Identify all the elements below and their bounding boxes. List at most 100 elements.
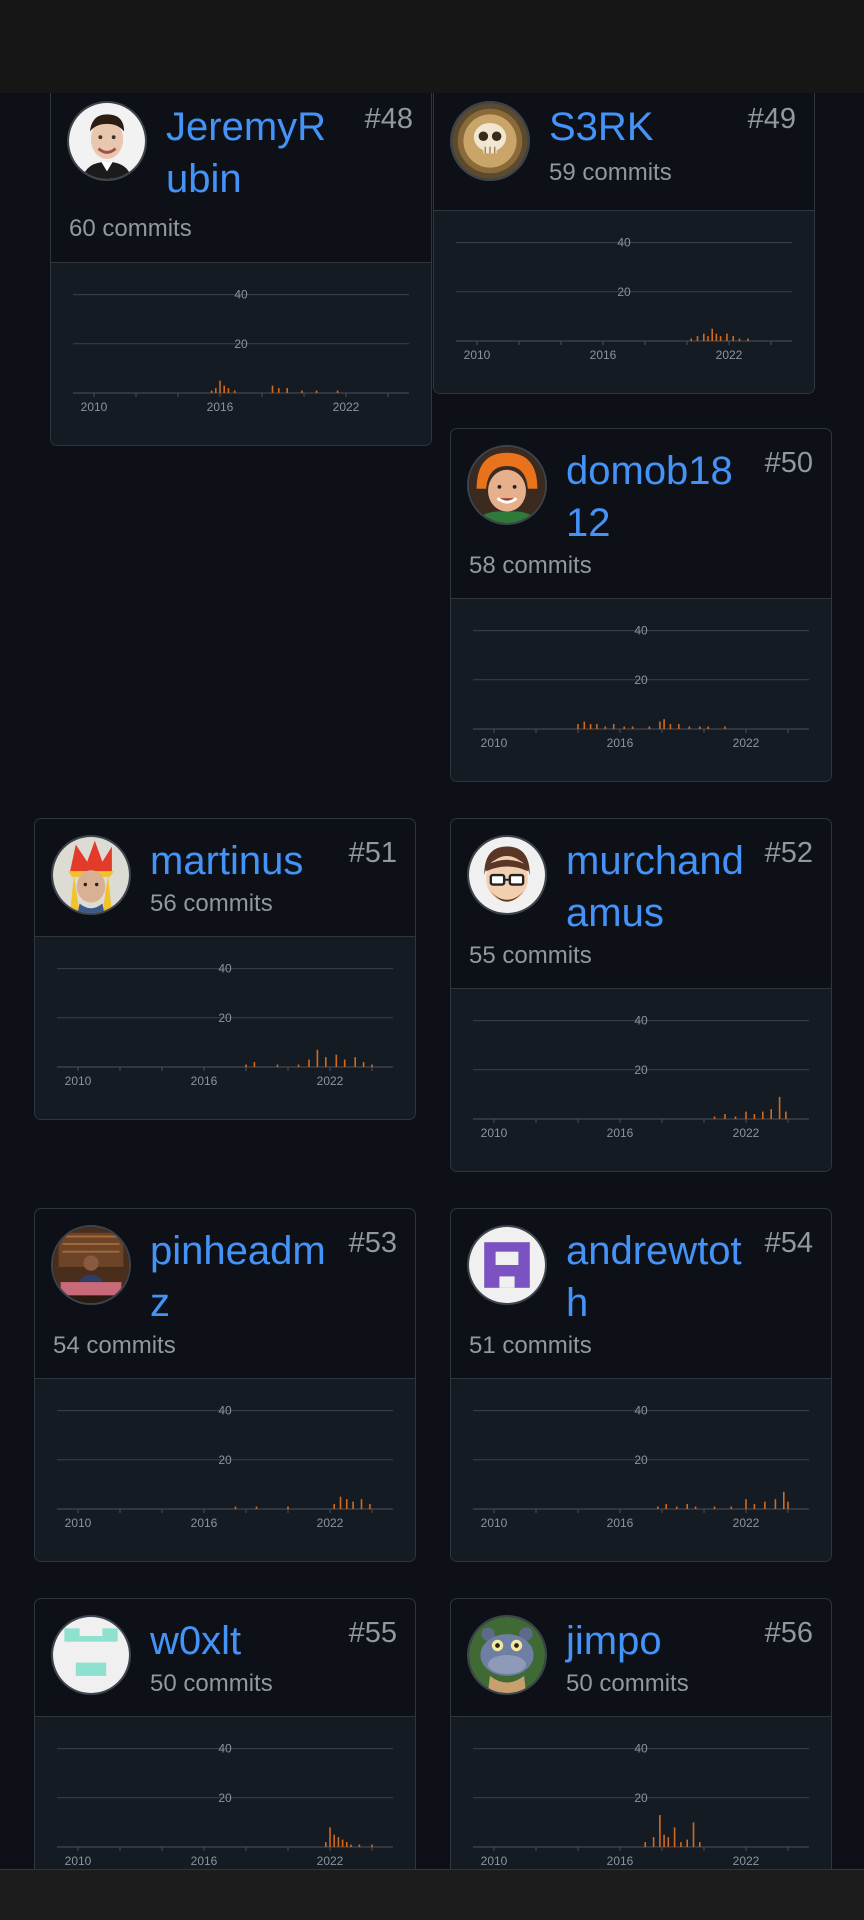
activity-bar xyxy=(644,1842,646,1847)
activity-bar xyxy=(667,1837,670,1847)
activity-bar xyxy=(778,1096,781,1119)
glasses-avatar[interactable] xyxy=(467,835,547,915)
presenter-avatar[interactable] xyxy=(51,1225,131,1305)
y-tick-label: 20 xyxy=(218,1453,232,1467)
activity-bar xyxy=(286,388,288,393)
activity-chart-svg: 40 20 2010 2016 2022 xyxy=(73,288,409,414)
activity-bar xyxy=(724,1114,726,1119)
activity-bar xyxy=(276,1064,279,1067)
activity-bar xyxy=(730,1506,733,1509)
activity-bar xyxy=(753,1114,756,1119)
activity-bar xyxy=(707,726,709,729)
commit-count: 54 commits xyxy=(53,1332,176,1359)
y-tick-label: 20 xyxy=(617,285,631,299)
activity-bar xyxy=(612,724,615,729)
y-tick-label: 40 xyxy=(634,1742,648,1756)
activity-bar xyxy=(774,1499,777,1509)
x-tick-label: 2010 xyxy=(81,400,108,414)
purple-identicon-avatar[interactable] xyxy=(467,1225,547,1305)
x-tick-label: 2022 xyxy=(716,348,743,362)
y-tick-label: 20 xyxy=(218,1011,232,1025)
activity-bar xyxy=(287,1506,289,1509)
commit-activity-chart: 40 20 2010 2016 2022 xyxy=(35,937,415,1119)
activity-bar xyxy=(738,338,741,341)
activity-bar xyxy=(673,1827,676,1847)
contributor-name-link[interactable]: murchandamus xyxy=(566,835,746,939)
activity-bar xyxy=(713,1116,716,1119)
activity-bar xyxy=(686,1839,688,1847)
activity-bar xyxy=(688,726,691,729)
activity-bar xyxy=(696,336,699,341)
x-tick-label: 2016 xyxy=(191,1854,218,1868)
hippo-avatar[interactable] xyxy=(467,1615,547,1695)
commit-activity-chart: 40 20 2010 2016 2022 xyxy=(451,599,831,781)
x-tick-label: 2022 xyxy=(317,1074,344,1088)
activity-bar xyxy=(787,1501,789,1509)
x-tick-label: 2022 xyxy=(317,1516,344,1530)
x-tick-label: 2010 xyxy=(481,1854,508,1868)
y-tick-label: 40 xyxy=(617,236,631,250)
y-tick-label: 20 xyxy=(634,1453,648,1467)
y-tick-label: 40 xyxy=(634,1014,648,1028)
contributor-name-link[interactable]: S3RK xyxy=(549,101,729,153)
activity-bar xyxy=(339,1496,342,1509)
contributor-name-link[interactable]: pinheadmz xyxy=(150,1225,330,1329)
x-tick-label: 2022 xyxy=(733,1126,760,1140)
x-tick-label: 2022 xyxy=(733,1854,760,1868)
activity-bar xyxy=(335,1054,338,1067)
y-tick-label: 40 xyxy=(634,1404,648,1418)
contributor-card: pinheadmz #53 54 commits 40 20 2010 2016 202… xyxy=(34,1208,416,1562)
activity-bar xyxy=(278,388,280,393)
activity-bar xyxy=(675,1506,678,1509)
contributor-name-link[interactable]: JeremyRubin xyxy=(166,101,346,205)
activity-chart-svg: 40 20 2010 2016 2022 xyxy=(456,236,792,362)
activity-chart-svg: 40 20 2010 2016 2022 xyxy=(473,1014,809,1140)
activity-bar xyxy=(785,1111,787,1119)
y-tick-label: 40 xyxy=(218,1404,232,1418)
rank-badge: #49 xyxy=(747,103,796,135)
activity-bar xyxy=(659,721,661,729)
contributor-name-link[interactable]: jimpo xyxy=(566,1615,746,1667)
activity-bar xyxy=(589,724,592,729)
commit-count: 50 commits xyxy=(150,1670,273,1697)
x-tick-label: 2010 xyxy=(481,736,508,750)
x-tick-label: 2010 xyxy=(481,1516,508,1530)
contributor-name-link[interactable]: martinus xyxy=(150,835,330,887)
activity-bar xyxy=(358,1844,361,1847)
contributor-name-link[interactable]: w0xlt xyxy=(150,1615,330,1667)
commit-activity-chart: 40 20 2010 2016 2022 xyxy=(51,263,431,445)
activity-bar xyxy=(360,1499,363,1509)
orange-hat-avatar[interactable] xyxy=(467,445,547,525)
clown-hat-avatar[interactable] xyxy=(51,835,131,915)
activity-chart-svg: 40 20 2010 2016 2022 xyxy=(473,624,809,750)
activity-bar xyxy=(308,1059,310,1067)
activity-bar xyxy=(707,336,709,341)
teal-identicon-avatar[interactable] xyxy=(51,1615,131,1695)
portrait-avatar[interactable] xyxy=(67,101,147,181)
activity-bar xyxy=(210,390,213,393)
x-tick-label: 2010 xyxy=(481,1126,508,1140)
commit-count: 59 commits xyxy=(549,159,672,186)
activity-bar xyxy=(699,1842,701,1847)
activity-bar xyxy=(663,1834,665,1847)
activity-bar xyxy=(346,1499,348,1509)
rank-badge: #52 xyxy=(764,837,813,869)
y-tick-label: 40 xyxy=(218,1742,232,1756)
x-tick-label: 2016 xyxy=(607,736,634,750)
activity-bar xyxy=(745,1111,747,1119)
activity-bar xyxy=(680,1842,682,1847)
y-tick-label: 20 xyxy=(634,1063,648,1077)
activity-bar xyxy=(663,719,665,729)
y-tick-label: 20 xyxy=(218,1791,232,1805)
activity-bar xyxy=(657,1506,659,1509)
activity-bar xyxy=(346,1842,348,1847)
contributor-name-link[interactable]: andrewtoth xyxy=(566,1225,746,1329)
activity-bar xyxy=(315,390,318,393)
coffee-skull-avatar[interactable] xyxy=(450,101,530,181)
activity-bar xyxy=(325,1842,327,1847)
rank-badge: #54 xyxy=(764,1227,813,1259)
activity-bar xyxy=(329,1827,331,1847)
activity-bar xyxy=(783,1491,785,1509)
rank-badge: #55 xyxy=(348,1617,397,1649)
contributor-name-link[interactable]: domob1812 xyxy=(566,445,746,549)
